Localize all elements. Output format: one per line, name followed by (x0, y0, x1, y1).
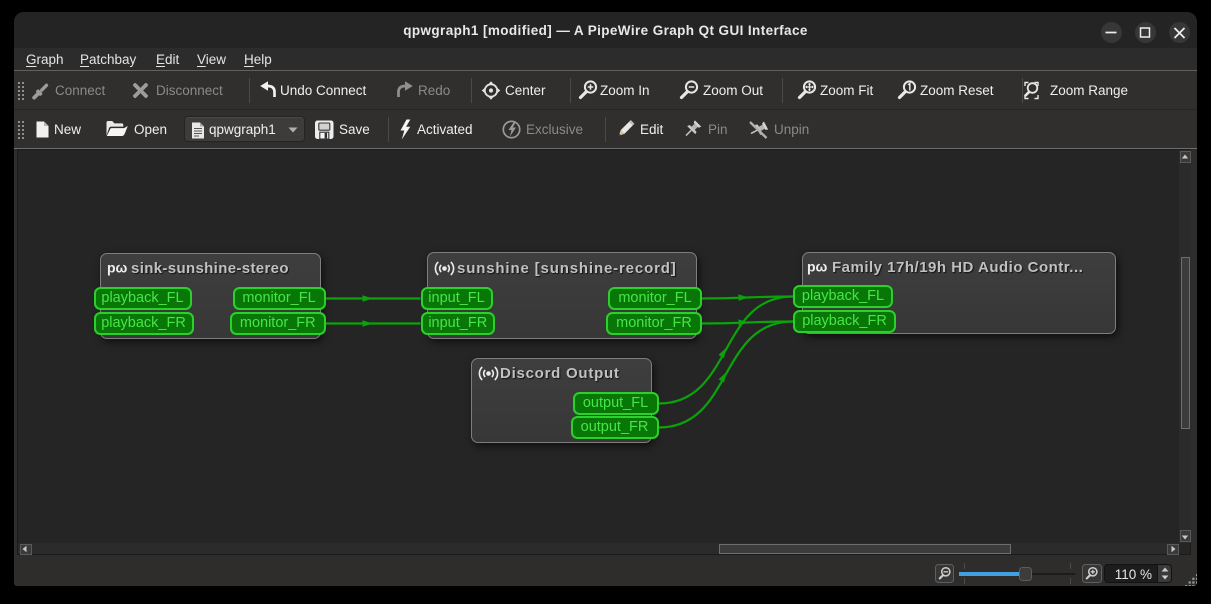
svg-text:pω: pω (107, 260, 128, 276)
svg-text:pω: pω (807, 259, 828, 275)
